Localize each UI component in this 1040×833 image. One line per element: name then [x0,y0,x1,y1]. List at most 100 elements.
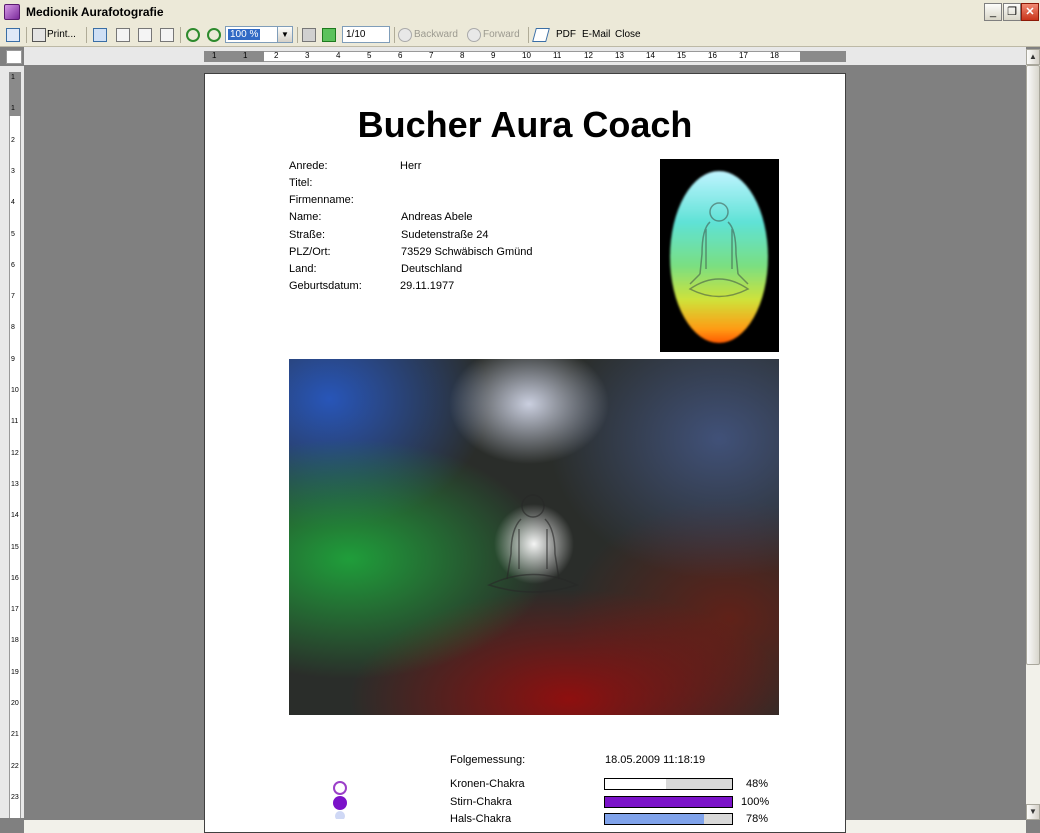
ruler-number: 10 [11,387,19,394]
edit-icon[interactable] [532,28,550,42]
binoculars-icon[interactable] [93,28,107,42]
printer-icon [32,28,46,42]
field-value: Sudetenstraße 24 [401,229,489,241]
chakra-bar-fill [605,779,666,789]
field-label: Titel: [289,177,313,189]
field-label: PLZ/Ort: [289,246,331,258]
back-arrow-icon [398,28,412,42]
ruler-number: 18 [770,51,779,60]
restore-button[interactable]: ❐ [1003,3,1021,21]
minimize-button[interactable]: _ [984,3,1002,21]
toolbar-separator [86,27,87,43]
page-setup-icon[interactable] [160,28,174,42]
ruler-number: 9 [491,51,496,60]
chevron-down-icon[interactable]: ▼ [277,27,292,42]
toolbar-separator [297,27,298,43]
ruler-number: 16 [708,51,717,60]
ruler-number: 9 [11,355,15,363]
measurement-date: 18.05.2009 11:18:19 [605,754,706,766]
ruler-number: 5 [11,230,15,238]
field-label: Straße: [289,229,326,241]
field-value: Deutschland [401,263,463,275]
ruler-number: 20 [11,700,19,707]
ruler-number: 3 [11,167,15,175]
ruler-number: 7 [429,51,434,60]
ruler-corner [6,50,22,64]
field-value: Herr [400,160,422,172]
close-window-button[interactable]: ✕ [1021,3,1039,21]
ruler-number: 1 [212,51,217,60]
toolbar-separator [180,27,181,43]
ruler-number: 13 [11,480,19,488]
ruler-number: 23 [11,793,19,801]
toolbar-separator [528,27,529,43]
chakra-bar-fill [605,797,732,807]
field-label: Anrede: [289,160,328,172]
ruler-number: 17 [739,51,748,60]
ruler-number: 21 [11,731,19,739]
field-value: Andreas Abele [401,211,473,223]
horizontal-ruler: 1 1 2 3 4 5 6 7 8 9 10 11 12 13 14 15 16 17 18 [24,47,1026,65]
close-button[interactable]: Close [615,27,641,43]
report-page: Bucher Aura Coach Anrede: Herr Titel: Fi… [204,73,846,833]
forward-arrow-icon [467,28,481,42]
ruler-number: 12 [584,51,593,60]
chakra-icon [333,781,347,819]
toolbar-separator [394,27,395,43]
field-value: 29.11.1977 [400,280,455,292]
meditation-figure-icon [486,494,580,593]
title-bar: Medionik Aurafotografie _ ❐ ✕ [0,0,1040,25]
print-button[interactable]: Print... [47,27,76,43]
ruler-number: 6 [11,261,15,269]
chakra-name: Stirn-Chakra [450,796,512,808]
scroll-down-icon[interactable]: ▼ [1026,804,1040,820]
ruler-number: 16 [11,574,19,582]
zoom-select[interactable]: 100 % ▼ [225,26,293,43]
ruler-number: 10 [522,51,531,60]
scroll-thumb[interactable] [1026,65,1040,665]
backward-button[interactable]: Backward [414,27,458,43]
field-value: 73529 Schwäbisch Gmünd [401,246,533,258]
ruler-number: 6 [398,51,403,60]
ruler-number: 3 [305,51,310,60]
refresh-page-icon[interactable] [322,28,336,42]
ruler-number: 13 [615,51,624,60]
chakra-bar [604,778,733,790]
forward-button[interactable]: Forward [483,27,520,43]
single-page-icon[interactable] [116,28,130,42]
chakra-bar [604,796,733,808]
chakra-percent: 100% [741,796,770,808]
multi-page-icon[interactable] [138,28,152,42]
vertical-ruler: 1 1 2 3 4 5 6 7 8 9 10 11 12 13 14 15 16 17 18 19 20 21 22 23 [0,66,24,818]
toolbar-separator [26,27,27,43]
email-button[interactable]: E-Mail [582,27,610,43]
zoom-value: 100 % [228,29,261,40]
pdf-button[interactable]: PDF [556,27,576,43]
ruler-number: 2 [11,136,15,144]
first-page-icon[interactable] [302,28,316,42]
chakra-name: Kronen-Chakra [450,778,525,790]
page-number-field[interactable]: 1/10 [342,26,390,43]
ruler-number: 1 [11,74,15,81]
ruler-margin-right [800,51,846,62]
ruler-number: 8 [11,324,15,332]
ruler-number: 22 [11,762,19,770]
chakra-bar-fill [605,814,705,824]
ruler-number: 7 [11,293,15,301]
ruler-number: 5 [367,51,372,60]
zoom-in-icon[interactable] [186,28,200,42]
ruler-number: 4 [336,51,341,60]
ruler-number: 1 [243,51,248,60]
copy-icon[interactable] [6,28,20,42]
toolbar: Print... 100 % ▼ 1/10 Backward Forward P… [0,24,1040,47]
scroll-up-icon[interactable]: ▲ [1026,49,1040,65]
report-title: Bucher Aura Coach [357,104,693,145]
vertical-scrollbar[interactable]: ▲ ▼ [1026,49,1040,820]
zoom-out-icon[interactable] [207,28,221,42]
chakra-percent: 78% [746,813,769,825]
aura-photo [289,359,779,715]
ruler-number: 15 [677,51,686,60]
ruler-number: 4 [11,199,15,207]
ruler-number: 11 [553,51,562,60]
ruler-number: 14 [646,51,655,60]
